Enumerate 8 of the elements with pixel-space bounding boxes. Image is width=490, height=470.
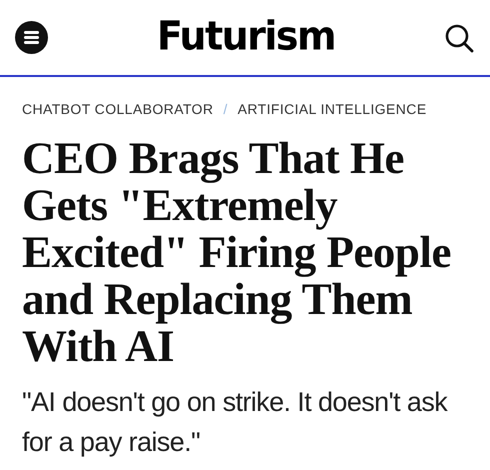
breadcrumb-link[interactable]: CHATBOT COLLABORATOR (22, 101, 214, 117)
search-icon[interactable] (444, 22, 474, 52)
breadcrumb-separator: / (223, 101, 228, 117)
breadcrumb-link[interactable]: ARTIFICIAL INTELLIGENCE (238, 101, 427, 117)
article-headline: CEO Brags That He Gets "Extremely Excited" Firing People and Replacing Them With AI (22, 135, 452, 370)
article-subheadline: "AI doesn't go on strike. It doesn't ask for a pay raise." (22, 386, 449, 459)
site-logo[interactable]: Futurism (156, 12, 336, 59)
menu-icon[interactable] (15, 21, 48, 54)
